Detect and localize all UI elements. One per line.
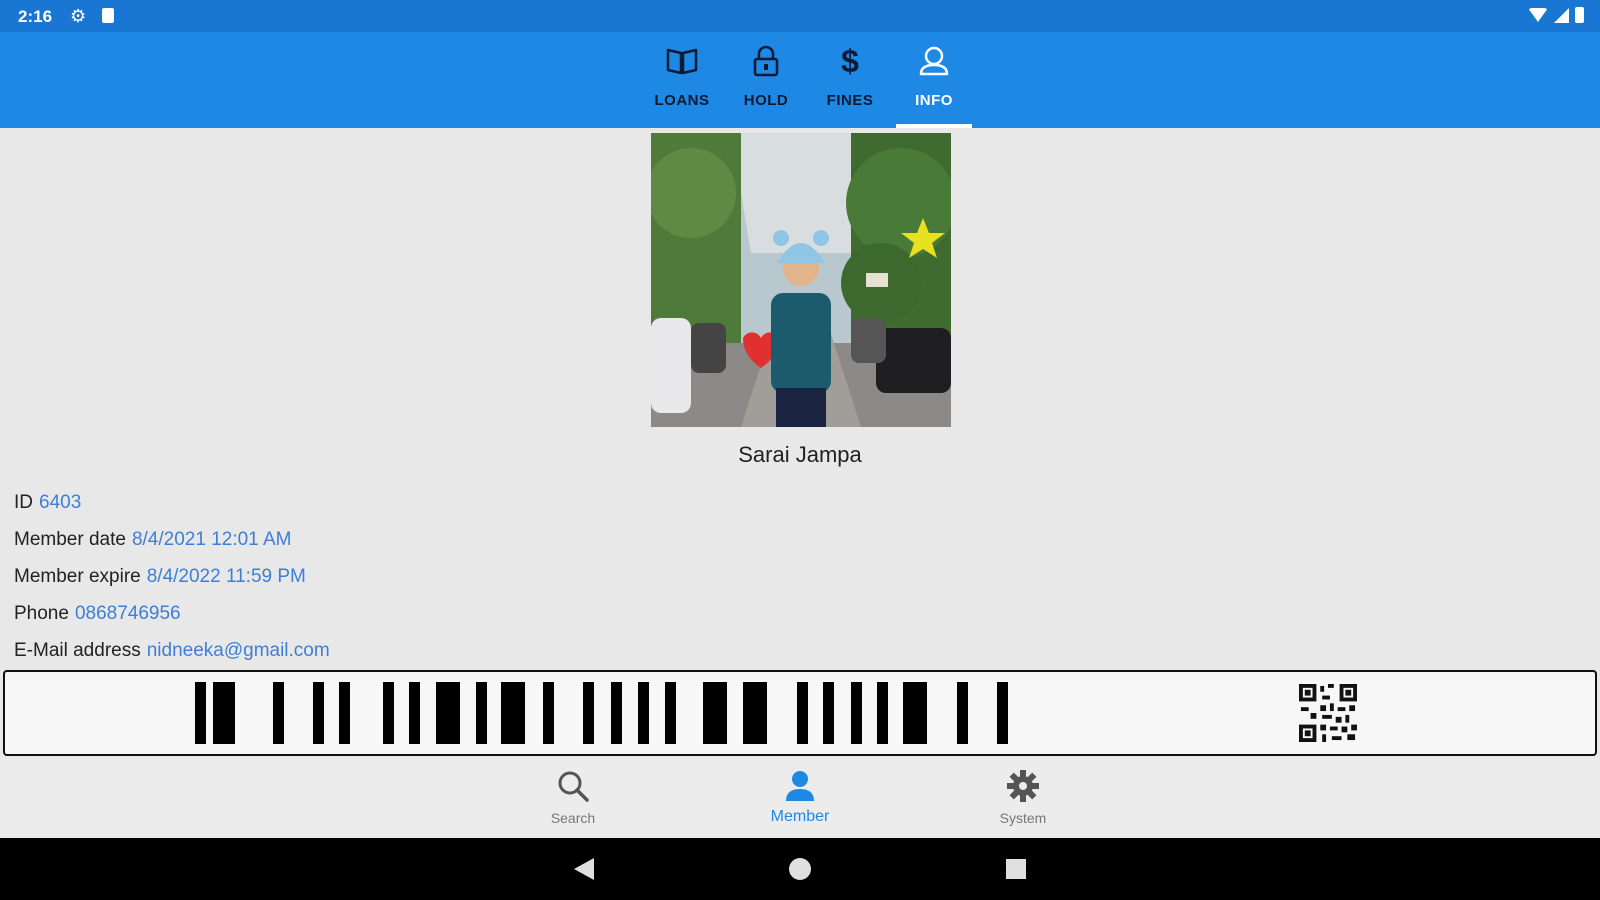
info-value-phone[interactable]: 0868746956: [75, 603, 181, 624]
person-icon: [892, 44, 976, 78]
status-bar: 2:16 ⚙: [0, 0, 1600, 32]
gear-icon: [968, 768, 1078, 804]
recent-apps-icon[interactable]: [1006, 859, 1026, 879]
tab-loans[interactable]: LOANS: [640, 32, 724, 128]
bottom-navigation: Search Member System: [0, 758, 1600, 838]
tab-hold[interactable]: HOLD: [724, 32, 808, 128]
info-value-member-expire: 8/4/2022 11:59 PM: [146, 566, 306, 587]
lock-icon: [724, 44, 808, 78]
info-value-id: 6403: [39, 492, 82, 513]
info-label: Member date: [14, 529, 126, 550]
nav-search[interactable]: Search: [518, 758, 628, 838]
barcode-graphic: [195, 682, 1008, 744]
info-row-member-expire: Member expire 8/4/2022 11:59 PM: [14, 566, 330, 603]
status-icons: [1528, 7, 1584, 23]
info-row-phone: Phone 0868746956: [14, 603, 330, 640]
info-value-member-date: 8/4/2021 12:01 AM: [131, 529, 292, 550]
info-label: ID: [14, 492, 33, 513]
nav-system-label: System: [999, 810, 1047, 826]
settings-icon: ⚙: [70, 6, 87, 26]
tab-bar: LOANS HOLD $ FINES INFO: [640, 32, 976, 128]
info-value-email[interactable]: nidneeka@gmail.com: [147, 640, 330, 661]
member-info-list: ID 6403 Member date 8/4/2021 12:01 AM Memb…: [14, 492, 330, 662]
info-row-id: ID 6403: [14, 492, 330, 529]
back-icon[interactable]: [574, 858, 594, 880]
tab-fines[interactable]: $ FINES: [808, 32, 892, 128]
person-icon: [745, 768, 855, 804]
tab-loans-label: LOANS: [654, 92, 710, 109]
nav-search-label: Search: [550, 810, 596, 826]
dollar-icon: $: [841, 42, 859, 79]
sd-card-icon: [102, 8, 114, 23]
tab-hold-label: HOLD: [743, 92, 789, 109]
nav-system[interactable]: System: [968, 758, 1078, 838]
nav-member-label: Member: [770, 808, 830, 825]
book-icon: [640, 44, 724, 78]
tab-fines-label: FINES: [826, 92, 874, 109]
home-icon[interactable]: [789, 858, 811, 880]
battery-icon: [1575, 7, 1584, 23]
member-barcode-panel[interactable]: [3, 670, 1597, 756]
system-navigation-bar: [0, 838, 1600, 900]
info-row-member-date: Member date 8/4/2021 12:01 AM: [14, 529, 330, 566]
member-photo: [651, 133, 951, 427]
wifi-icon: [1528, 8, 1548, 22]
nav-member[interactable]: Member: [745, 758, 855, 838]
search-icon: [518, 768, 628, 804]
cell-signal-icon: [1554, 7, 1569, 23]
info-label: Phone: [14, 603, 69, 624]
info-row-email: E-Mail address nidneeka@gmail.com: [14, 640, 330, 662]
info-label: E-Mail address: [14, 640, 141, 661]
app-bar: LOANS HOLD $ FINES INFO: [0, 32, 1600, 128]
status-time: 2:16: [18, 7, 53, 26]
qr-code-icon[interactable]: [1298, 684, 1358, 742]
member-info-viewport: ID 6403 Member date 8/4/2021 12:01 AM Memb…: [0, 460, 1600, 662]
tab-info-label: INFO: [915, 92, 953, 109]
tab-info[interactable]: INFO: [892, 32, 976, 128]
info-label: Member expire: [14, 566, 141, 587]
